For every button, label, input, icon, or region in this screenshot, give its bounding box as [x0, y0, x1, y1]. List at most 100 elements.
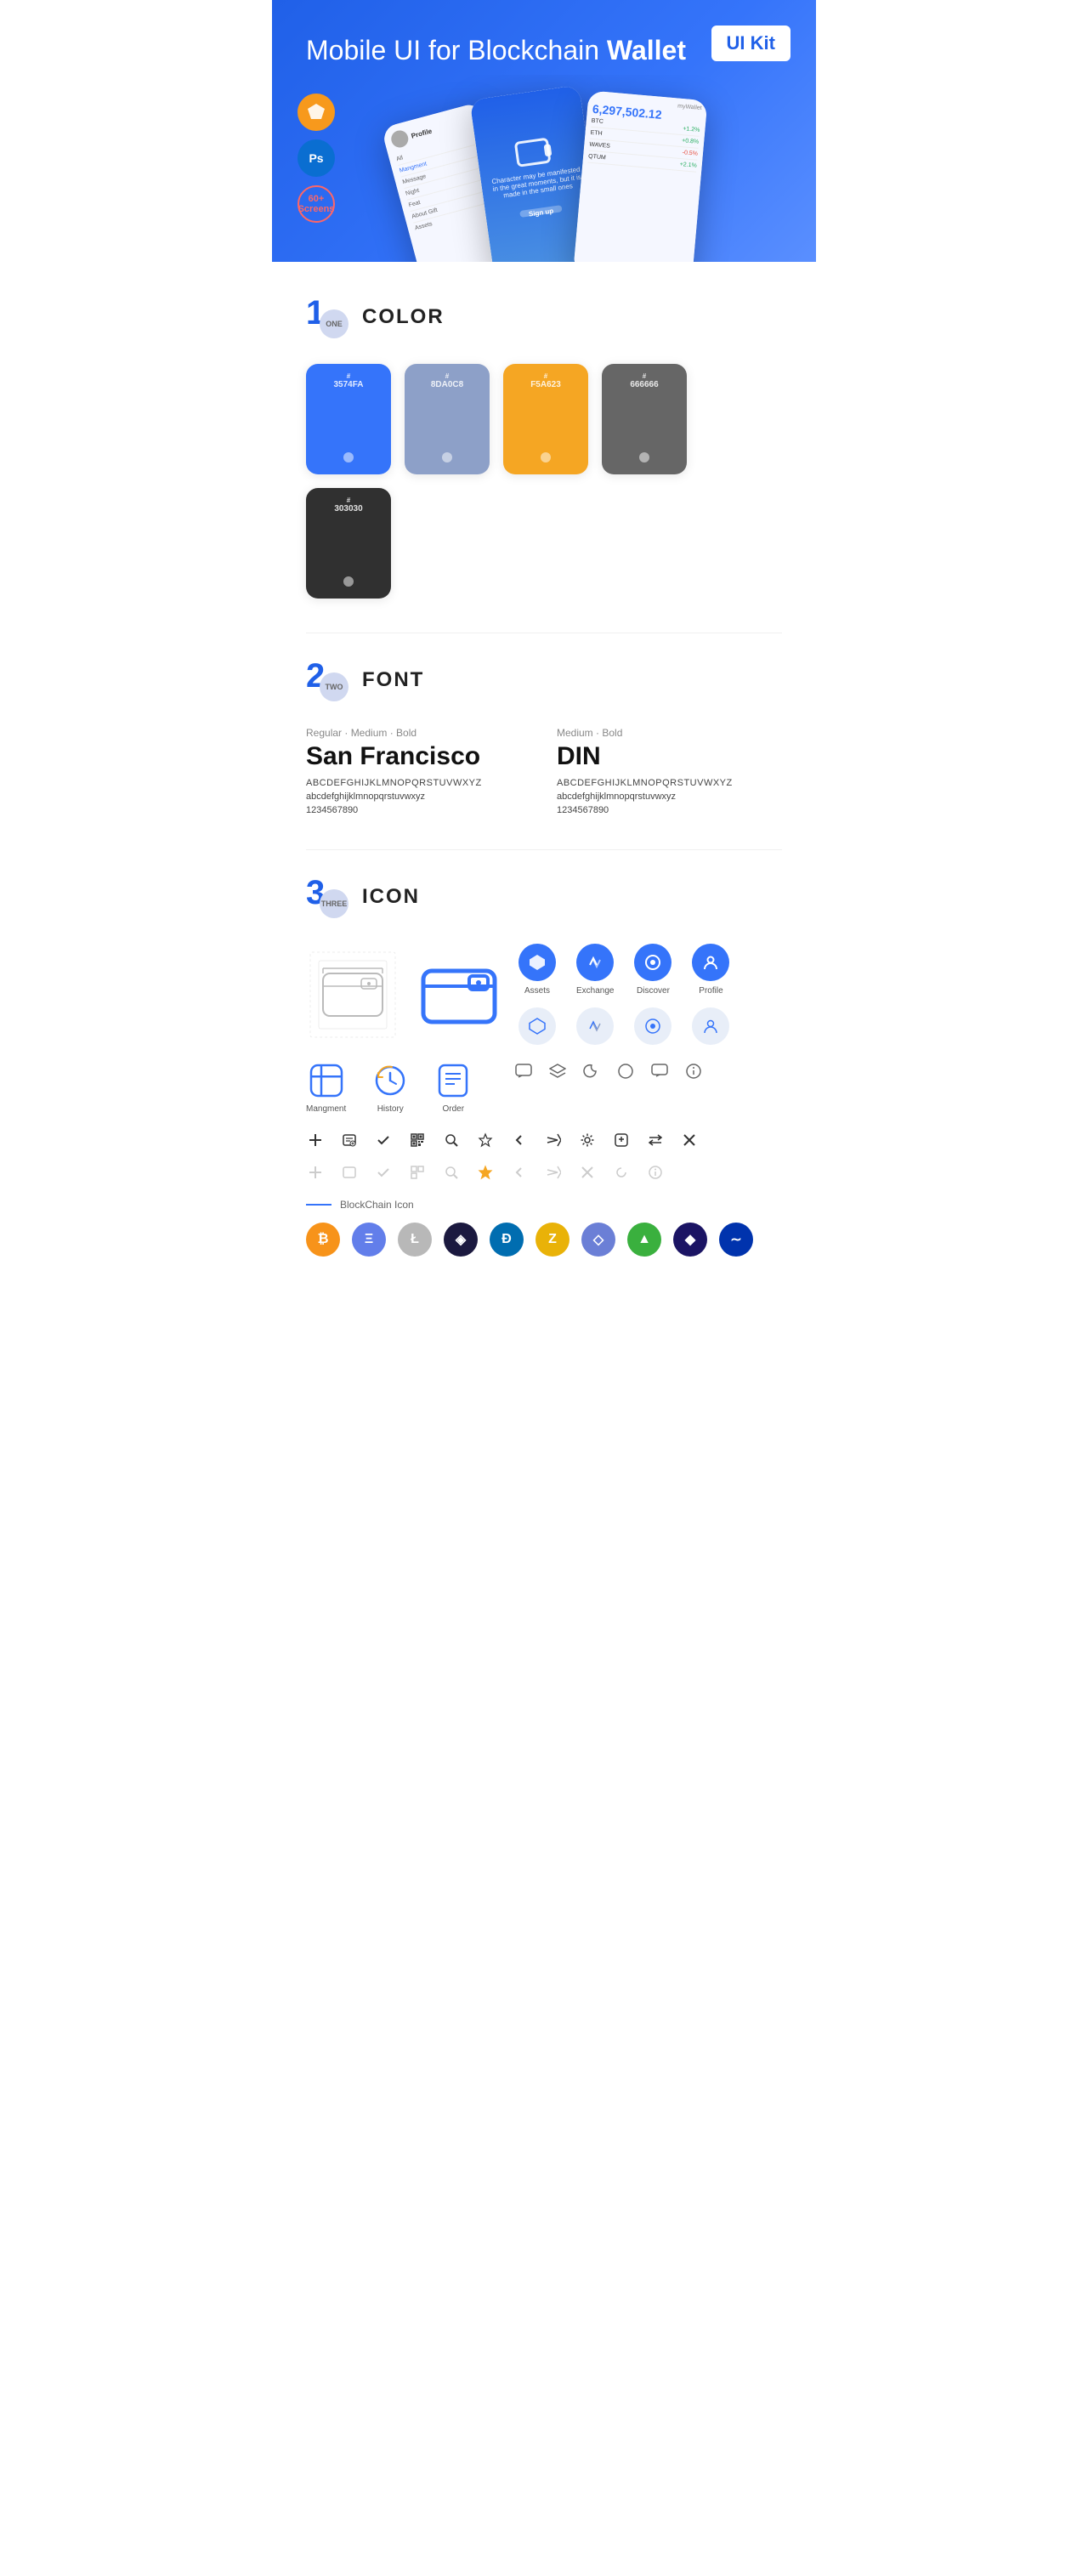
section-1-circle: ONE: [320, 309, 348, 338]
app-icons-row: Mangment History: [306, 1062, 782, 1114]
ps-badge: Ps: [298, 139, 335, 177]
nav-icons-outline-row: [518, 1007, 729, 1045]
icon-title: ICON: [362, 885, 420, 909]
color-code-1: # 8DA0C8: [431, 372, 463, 389]
uikit-badge: UI Kit: [711, 26, 790, 61]
list-edit-icon: [340, 1131, 359, 1149]
screens-badge: 60+ Screens: [298, 185, 335, 223]
qr-icon-faded: [408, 1163, 427, 1182]
font-section-header: 2 TWO FONT: [306, 659, 782, 701]
plus-icon-faded: [306, 1163, 325, 1182]
icon-nav-exchange-outline: [576, 1007, 614, 1045]
info-icon-faded: [646, 1163, 665, 1182]
color-dot-0: [343, 452, 354, 462]
crypto-icon-AUG: ▲: [627, 1223, 661, 1257]
icon-nav-profile-outline: [692, 1007, 729, 1045]
section-3-circle: THREE: [320, 889, 348, 918]
font-din-upper: ABCDEFGHIJKLMNOPQRSTUVWXYZ: [557, 778, 782, 788]
hero-title-text: Mobile UI for Blockchain: [306, 35, 607, 65]
settings-icon: [578, 1131, 597, 1149]
phone-mockup-3: myWallet 6,297,502.12 BTC+1.2% ETH+0.8% …: [573, 91, 707, 263]
font-sf-style: Regular · Medium · Bold: [306, 727, 531, 739]
font-sf-lower: abcdefghijklmnopqrstuvwxyz: [306, 792, 531, 802]
color-section-header: 1 ONE COLOR: [306, 296, 782, 338]
blockchain-section: BlockChain Icon ₿ΞŁ◈ĐZ◇▲◆∼: [306, 1199, 782, 1257]
font-din-name: DIN: [557, 742, 782, 771]
exchange-outline-circle: [576, 1007, 614, 1045]
icon-nav-discover: Discover: [634, 944, 672, 996]
order-label: Order: [442, 1104, 464, 1114]
profile-outline-circle: [692, 1007, 729, 1045]
icon-section-header: 3 THREE ICON: [306, 876, 782, 918]
crypto-icon-POL: ∼: [719, 1223, 753, 1257]
hero-title-bold: Wallet: [607, 35, 686, 65]
nav-icons-group: Assets Exchange: [518, 944, 729, 1045]
blockchain-icons-row: ₿ΞŁ◈ĐZ◇▲◆∼: [306, 1223, 782, 1257]
font-title: FONT: [362, 668, 424, 692]
search-icon: [442, 1131, 461, 1149]
crypto-icon-ZEC: Z: [536, 1223, 570, 1257]
profile-label: Profile: [699, 986, 722, 996]
icon-nav-assets-outline: [518, 1007, 556, 1045]
color-swatch-0: # 3574FA: [306, 364, 391, 474]
star-icon: [476, 1131, 495, 1149]
icon-colored-wallet: [416, 952, 502, 1037]
moon-icon: [582, 1062, 601, 1081]
main-content: 1 ONE COLOR # 3574FA # 8DA0C8 # F5A623 #…: [272, 262, 816, 1325]
svg-text:Sign up: Sign up: [528, 207, 553, 218]
section-3-number: 3 THREE: [306, 876, 348, 918]
blockchain-label: BlockChain Icon: [340, 1199, 414, 1211]
list-edit-icon-faded: [340, 1163, 359, 1182]
discover-icon-circle: [634, 944, 672, 981]
history-label: History: [377, 1104, 404, 1114]
font-din-nums: 1234567890: [557, 805, 782, 815]
search-icon-faded: [442, 1163, 461, 1182]
section-2-circle: TWO: [320, 672, 348, 701]
qr-icon: [408, 1131, 427, 1149]
hero-badges: Ps 60+ Screens: [298, 94, 335, 223]
crypto-icon-ETH: Ξ: [352, 1223, 386, 1257]
crypto-icon-DIA: ◆: [673, 1223, 707, 1257]
x-icon-faded: [578, 1163, 597, 1182]
color-swatch-4: # 303030: [306, 488, 391, 599]
crypto-icon-DASH: Đ: [490, 1223, 524, 1257]
icon-nav-discover-outline: [634, 1007, 672, 1045]
nav-icons-colored-row: Assets Exchange: [518, 944, 729, 996]
layers-icon: [548, 1062, 567, 1081]
exchange-label: Exchange: [576, 986, 614, 996]
color-title: COLOR: [362, 305, 445, 329]
share-icon-faded: [544, 1163, 563, 1182]
font-din-lower: abcdefghijklmnopqrstuvwxyz: [557, 792, 782, 802]
color-swatch-3: # 666666: [602, 364, 687, 474]
upload-icon: [612, 1131, 631, 1149]
check-icon: [374, 1131, 393, 1149]
color-dot-1: [442, 452, 452, 462]
assets-outline-circle: [518, 1007, 556, 1045]
color-code-4: # 303030: [334, 496, 362, 513]
phone-mockups: Profile All Mangment Message Night Feat …: [306, 75, 782, 262]
chat-icon: [514, 1062, 533, 1081]
check-icon-faded: [374, 1163, 393, 1182]
bubble-icon: [650, 1062, 669, 1081]
color-dot-3: [639, 452, 649, 462]
exchange-icon-circle: [576, 944, 614, 981]
color-swatches: # 3574FA # 8DA0C8 # F5A623 # 666666 # 30…: [306, 364, 782, 599]
color-code-0: # 3574FA: [333, 372, 363, 389]
font-sf-upper: ABCDEFGHIJKLMNOPQRSTUVWXYZ: [306, 778, 531, 788]
crypto-icon-LTC: Ł: [398, 1223, 432, 1257]
icon-history: History: [371, 1062, 409, 1114]
font-sf-nums: 1234567890: [306, 805, 531, 815]
sketch-badge: [298, 94, 335, 131]
section-1-number: 1 ONE: [306, 296, 348, 338]
reload-icon-faded: [612, 1163, 631, 1182]
crypto-icon-NET: ◇: [581, 1223, 615, 1257]
mangment-label: Mangment: [306, 1104, 346, 1114]
font-sf-name: San Francisco: [306, 742, 531, 771]
blockchain-label-row: BlockChain Icon: [306, 1199, 782, 1211]
info-icon: [684, 1062, 703, 1081]
font-din-style: Medium · Bold: [557, 727, 782, 739]
color-dot-2: [541, 452, 551, 462]
font-din: Medium · Bold DIN ABCDEFGHIJKLMNOPQRSTUV…: [557, 727, 782, 815]
circle-icon: [616, 1062, 635, 1081]
small-icons-row-2: [306, 1163, 782, 1182]
